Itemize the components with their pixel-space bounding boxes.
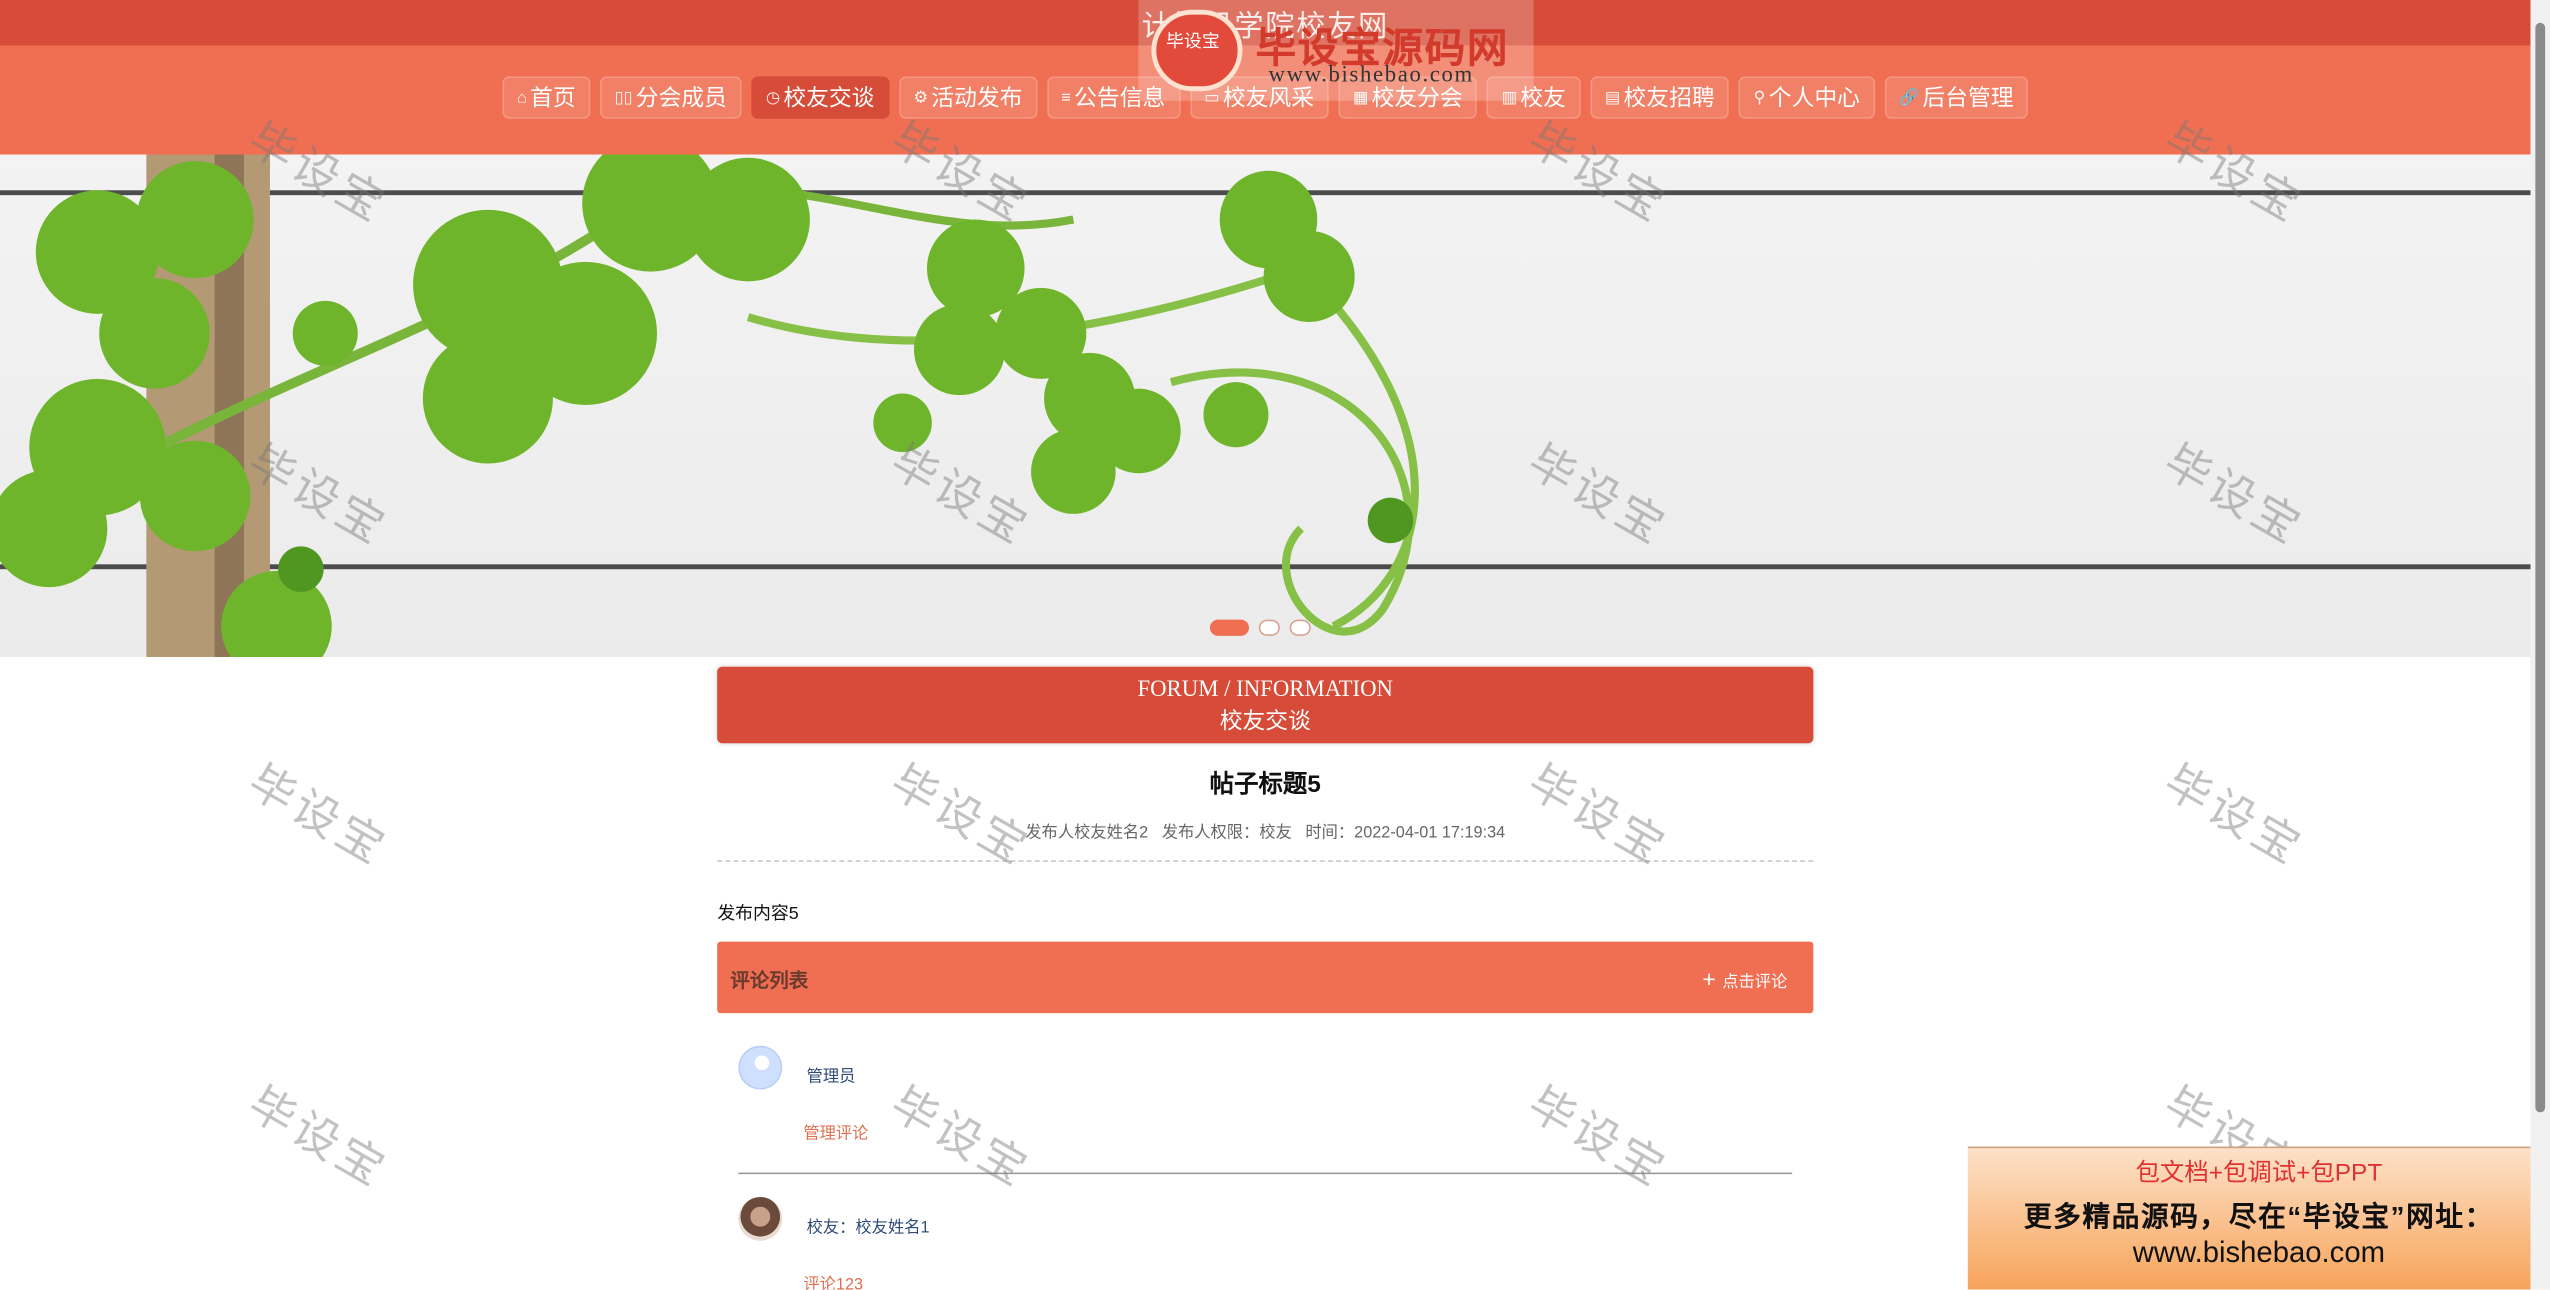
logo-watermark: 毕设宝 毕设宝源码网 www.bishebao.com bbox=[1138, 0, 1534, 101]
watermark-text: 毕设宝 bbox=[1520, 1077, 1677, 1197]
nav-icon: ▯▯ bbox=[614, 88, 633, 107]
promo-line-1: 包文档+包调试+包PPT bbox=[2135, 1159, 2383, 1188]
nav-icon: 🔗 bbox=[1898, 88, 1920, 107]
section-title-cn: 校友交谈 bbox=[1219, 710, 1311, 736]
nav-label: 校友交谈 bbox=[783, 84, 875, 111]
carousel-dots bbox=[1209, 619, 1311, 636]
avatar bbox=[738, 1196, 783, 1241]
nav-icon: ≡ bbox=[1061, 88, 1071, 107]
comment-divider bbox=[738, 1172, 1793, 1175]
section-title-en: FORUM / INFORMATION bbox=[1137, 678, 1394, 703]
nav-item[interactable]: ⌂ 首页 bbox=[502, 76, 591, 119]
watermark-text: 毕设宝 bbox=[240, 755, 397, 875]
nav-icon: ⚙ bbox=[913, 88, 929, 107]
nav-item[interactable]: 🔗 后台管理 bbox=[1884, 76, 2029, 119]
nav-label: 分会成员 bbox=[635, 84, 727, 111]
nav-item[interactable]: ▤ 校友招聘 bbox=[1590, 76, 1730, 119]
section-header: FORUM / INFORMATION 校友交谈 bbox=[717, 666, 1814, 744]
nav-label: 校友招聘 bbox=[1623, 84, 1715, 111]
nav-icon: ⚲ bbox=[1753, 88, 1766, 107]
comment-text: 管理评论 bbox=[803, 1125, 869, 1144]
nav-label: 个人中心 bbox=[1768, 84, 1860, 111]
nav-item[interactable]: ⚲ 个人中心 bbox=[1739, 76, 1875, 119]
promo-line-2: 更多精品源码，尽在“毕设宝”网址： bbox=[2023, 1201, 2494, 1233]
promo-line-3: www.bishebao.com bbox=[2132, 1235, 2385, 1269]
nav-label: 后台管理 bbox=[1922, 84, 2014, 111]
logo-url: www.bishebao.com bbox=[1268, 63, 1474, 88]
nav-item[interactable]: ◷ 校友交谈 bbox=[751, 76, 890, 119]
nav-label: 首页 bbox=[530, 84, 576, 111]
banner-carousel[interactable] bbox=[0, 154, 2531, 658]
avatar bbox=[738, 1045, 783, 1090]
nav-icon: ◷ bbox=[765, 88, 781, 107]
comments-title: 评论列表 bbox=[730, 969, 809, 993]
watermark-text: 毕设宝 bbox=[240, 1077, 397, 1197]
plus-icon: + bbox=[1702, 966, 1716, 993]
carousel-dot[interactable] bbox=[1258, 619, 1280, 636]
comment-text: 评论123 bbox=[803, 1276, 864, 1290]
clover-illustration bbox=[0, 154, 1419, 658]
nav-item[interactable]: ▯▯ 分会成员 bbox=[599, 76, 742, 119]
scrollbar[interactable] bbox=[2530, 0, 2550, 1290]
post-divider bbox=[717, 860, 1814, 862]
nav-label: 活动发布 bbox=[931, 84, 1023, 111]
logo-badge: 毕设宝 bbox=[1151, 9, 1243, 92]
watermark-text: 毕设宝 bbox=[882, 1077, 1039, 1197]
carousel-dot[interactable] bbox=[1209, 619, 1249, 636]
nav-item[interactable]: ⚙ 活动发布 bbox=[898, 76, 1038, 119]
carousel-dot[interactable] bbox=[1289, 619, 1311, 636]
comment-author: 校友：校友姓名1 bbox=[806, 1219, 930, 1238]
page: 计算机学院校友网 ⌂ 首页 ▯▯ 分会成员 ◷ 校友交谈 ⚙ 活动发布 ≡ 公告信息 ▭ 校友风采 ▦ 校… bbox=[0, 0, 2550, 1290]
watermark-text: 毕设宝 bbox=[2156, 755, 2313, 875]
add-comment-button[interactable]: + 点击评论 bbox=[1702, 966, 1787, 992]
promo-banner[interactable]: 包文档+包调试+包PPT 更多精品源码，尽在“毕设宝”网址： www.bishe… bbox=[1967, 1146, 2550, 1290]
scrollbar-thumb[interactable] bbox=[2535, 22, 2546, 1113]
comments-header: 评论列表 + 点击评论 bbox=[717, 941, 1814, 1014]
nav-icon: ▤ bbox=[1604, 88, 1621, 107]
post-meta: 发布人校友姓名2 发布人权限：校友 时间：2022-04-01 17:19:34 bbox=[1025, 824, 1506, 843]
post-content: 发布内容5 bbox=[717, 904, 799, 924]
nav-icon: ⌂ bbox=[516, 88, 527, 107]
post-title: 帖子标题5 bbox=[1209, 770, 1321, 799]
add-comment-label: 点击评论 bbox=[1722, 973, 1788, 992]
comment-author: 管理员 bbox=[806, 1068, 856, 1087]
